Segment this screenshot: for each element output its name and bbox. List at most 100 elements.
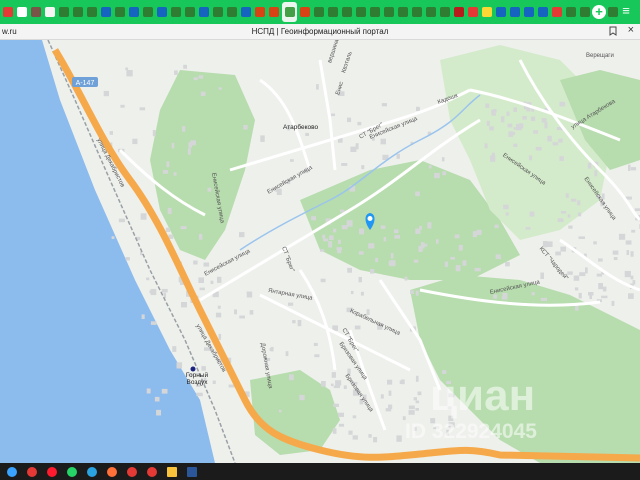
tab-site[interactable] (439, 3, 451, 21)
tab-site[interactable] (467, 3, 479, 21)
tab-site[interactable] (327, 3, 339, 21)
tab-site[interactable] (212, 3, 224, 21)
tab-site[interactable] (397, 3, 409, 21)
tab-site[interactable] (551, 3, 563, 21)
building (333, 228, 337, 233)
yandex-browser-button[interactable] (124, 464, 140, 479)
tab-site[interactable] (16, 3, 28, 21)
tab-site[interactable] (565, 3, 577, 21)
tab-site[interactable] (495, 3, 507, 21)
building (489, 126, 494, 131)
yandex-browser-button[interactable] (144, 464, 160, 479)
tab-site[interactable] (184, 3, 196, 21)
tab-site[interactable] (58, 3, 70, 21)
tab-site[interactable] (453, 3, 465, 21)
firefox-button[interactable] (104, 464, 120, 479)
favicon-icon (171, 7, 181, 17)
tab-site[interactable] (425, 3, 437, 21)
new-tab-button[interactable]: + (592, 5, 606, 19)
building (328, 241, 333, 248)
tab-site[interactable] (341, 3, 353, 21)
windows-start-button[interactable] (4, 464, 20, 479)
whatsapp-button[interactable] (64, 464, 80, 479)
building (544, 121, 548, 129)
tab-site[interactable] (313, 3, 325, 21)
building (491, 112, 497, 116)
watermark-id: ID 322924045 (405, 420, 537, 443)
building (625, 240, 632, 245)
building (631, 229, 636, 233)
building (181, 302, 187, 308)
tab-site[interactable] (2, 3, 14, 21)
chrome-button[interactable] (24, 464, 40, 479)
tab-site[interactable] (72, 3, 84, 21)
building (630, 251, 634, 257)
favicon-icon (17, 7, 27, 17)
favicon-icon (342, 7, 352, 17)
tab-site[interactable] (355, 3, 367, 21)
building (579, 273, 583, 276)
tab-site[interactable] (254, 3, 266, 21)
tab-site[interactable] (30, 3, 42, 21)
word-button[interactable] (184, 464, 200, 479)
map-view[interactable]: A-147 циан ID 322924045 улица Декабристо… (0, 40, 640, 463)
tab-site[interactable] (156, 3, 168, 21)
tab-site[interactable] (509, 3, 521, 21)
building (559, 101, 566, 107)
close-icon[interactable]: × (628, 24, 634, 36)
tab-doc[interactable] (44, 3, 56, 21)
building (458, 244, 463, 251)
telegram-button[interactable] (84, 464, 100, 479)
building (198, 75, 204, 79)
building (183, 64, 187, 69)
tab-site[interactable] (198, 3, 210, 21)
building (415, 408, 419, 411)
building (239, 232, 245, 238)
tab-site[interactable] (369, 3, 381, 21)
tab-site[interactable] (411, 3, 423, 21)
building (350, 290, 354, 295)
building (381, 103, 387, 107)
favicon-icon (87, 7, 97, 17)
building (573, 275, 580, 281)
building (215, 312, 222, 318)
tab-site[interactable] (537, 3, 549, 21)
building (525, 227, 531, 230)
tab-site[interactable] (240, 3, 252, 21)
favicon-icon (101, 7, 111, 17)
tab-site[interactable] (523, 3, 535, 21)
windows-start-icon (7, 466, 17, 477)
favicon-icon (510, 7, 520, 17)
tab-site[interactable] (86, 3, 98, 21)
tab-menu-icon[interactable]: ≡ (618, 3, 634, 21)
tab-site[interactable] (226, 3, 238, 21)
tab-site[interactable] (383, 3, 395, 21)
building (243, 125, 248, 130)
favicon-icon (3, 7, 13, 17)
tab-site[interactable] (142, 3, 154, 21)
tab-site[interactable] (114, 3, 126, 21)
tab-site[interactable] (299, 3, 311, 21)
building (388, 404, 393, 409)
building (612, 250, 619, 255)
file-explorer-button[interactable] (164, 464, 180, 479)
building (140, 213, 147, 220)
building (630, 275, 634, 280)
building (555, 251, 561, 256)
building (630, 167, 637, 171)
tab-site[interactable] (579, 3, 591, 21)
tab-site[interactable] (481, 3, 493, 21)
tab-site[interactable] (128, 3, 140, 21)
tab-site[interactable] (268, 3, 280, 21)
tab-active[interactable] (282, 2, 297, 22)
tab-site[interactable] (100, 3, 112, 21)
tab-site[interactable] (170, 3, 182, 21)
building (141, 314, 145, 319)
building (513, 107, 517, 112)
bookmark-icon[interactable] (608, 26, 618, 36)
building (490, 155, 496, 162)
favicon-icon (538, 7, 548, 17)
building (103, 90, 109, 97)
building (350, 146, 357, 152)
opera-button[interactable] (44, 464, 60, 479)
